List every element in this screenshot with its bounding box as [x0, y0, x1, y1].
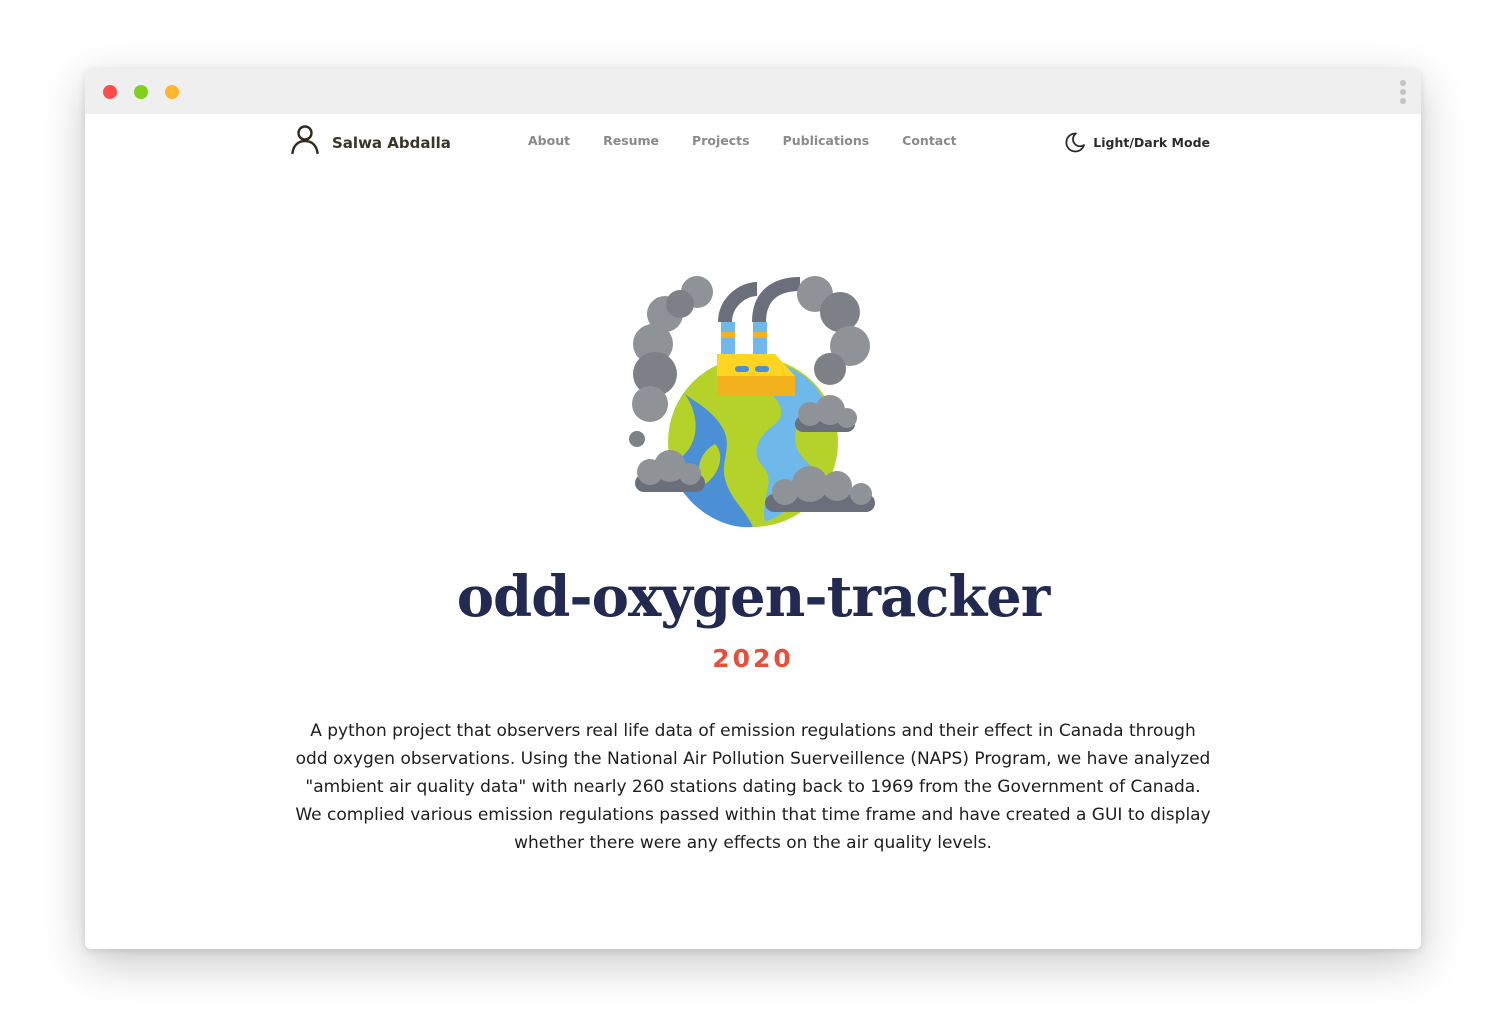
nav-contact[interactable]: Contact [902, 133, 956, 148]
project-year: 2020 [712, 644, 794, 673]
maximize-window-button[interactable] [134, 85, 148, 99]
theme-toggle[interactable]: Light/Dark Mode [1064, 131, 1210, 153]
nav-resume[interactable]: Resume [603, 133, 659, 148]
close-window-button[interactable] [103, 85, 117, 99]
browser-window: Salwa Abdalla About Resume Projects Publ… [85, 69, 1421, 949]
browser-titlebar [85, 69, 1421, 114]
brand-link[interactable]: Salwa Abdalla [290, 124, 451, 154]
polluted-earth-icon [629, 276, 875, 528]
theme-toggle-label: Light/Dark Mode [1093, 134, 1210, 150]
moon-icon [1065, 132, 1086, 153]
project-title: odd-oxygen-tracker [456, 564, 1051, 630]
brand-name: Salwa Abdalla [332, 134, 451, 152]
more-options-icon[interactable] [1399, 80, 1407, 106]
project-description: A python project that observers real lif… [295, 721, 1211, 853]
user-icon [291, 125, 319, 154]
nav-projects[interactable]: Projects [692, 133, 750, 148]
minimize-window-button[interactable] [165, 85, 179, 99]
nav-about[interactable]: About [528, 133, 570, 148]
main-nav: About Resume Projects Publications Conta… [528, 133, 990, 148]
nav-publications[interactable]: Publications [783, 133, 870, 148]
